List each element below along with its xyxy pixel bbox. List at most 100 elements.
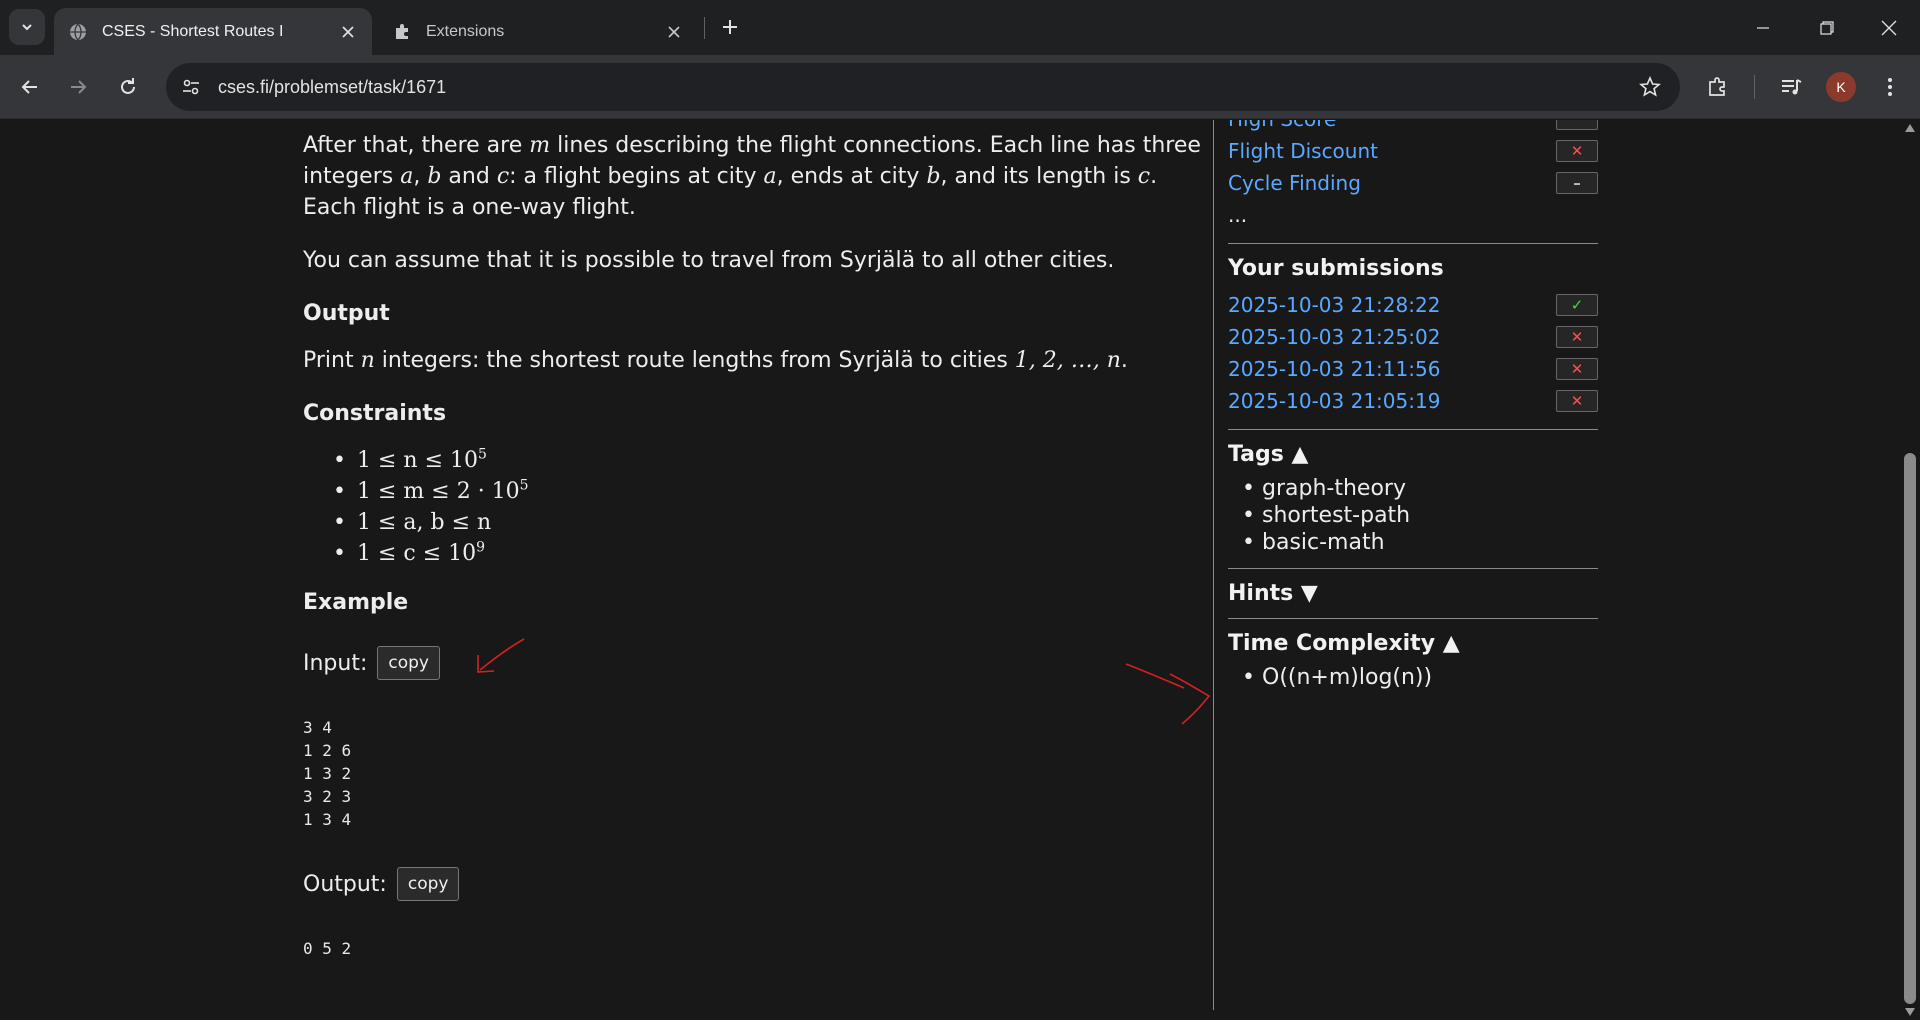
hints-toggle[interactable]: Hints ▼: [1228, 581, 1598, 606]
toolbar-divider: [1754, 75, 1755, 99]
forward-button[interactable]: [60, 69, 96, 105]
text-run: ,: [413, 164, 428, 189]
output-description: Print n integers: the shortest route len…: [303, 345, 1201, 376]
close-tab-button[interactable]: [334, 18, 362, 46]
math-var: a: [400, 164, 414, 189]
math-var: n: [360, 348, 375, 373]
time-complexity-toggle[interactable]: Time Complexity ▲: [1228, 631, 1598, 656]
profile-avatar[interactable]: K: [1826, 72, 1856, 102]
submission-link[interactable]: 2025-10-03 21:28:22: [1228, 293, 1440, 317]
related-task-row: Cycle Finding –: [1228, 167, 1598, 199]
math-expression: 1, 2, …, n: [1014, 348, 1121, 373]
output-heading: Output: [303, 301, 390, 326]
status-fail-icon: ✕: [1556, 140, 1598, 162]
submission-row: 2025-10-03 21:05:19 ✕: [1228, 385, 1598, 417]
constraint-text: 1 ≤ c ≤ 10: [357, 541, 477, 566]
constraint-text: 1 ≤ a, b ≤ n: [357, 510, 492, 535]
vertical-scrollbar[interactable]: [1900, 120, 1920, 1020]
page-viewport: After that, there are m lines describing…: [0, 120, 1920, 1020]
text-run: After that, there are: [303, 133, 530, 158]
text-run: integers: the shortest route lengths fro…: [374, 348, 1015, 373]
new-tab-button[interactable]: [713, 10, 747, 44]
status-fail-icon: ✕: [1556, 390, 1598, 412]
math-var: c: [1137, 164, 1151, 189]
restore-button[interactable]: [1796, 0, 1858, 55]
section-divider: [1228, 618, 1598, 619]
tags-list: graph-theory shortest-path basic-math: [1242, 475, 1598, 556]
close-icon: [342, 25, 354, 38]
tab-search-button[interactable]: [9, 9, 45, 45]
site-info-icon[interactable]: [174, 70, 208, 104]
minimize-button[interactable]: [1732, 0, 1794, 55]
assumption-paragraph: You can assume that it is possible to tr…: [303, 248, 1115, 273]
scroll-down-arrow-icon[interactable]: [1904, 1006, 1916, 1018]
window-close-button[interactable]: [1858, 0, 1920, 55]
url-text[interactable]: cses.fi/problemset/task/1671: [218, 77, 1632, 98]
related-task-row: Flight Discount ✕: [1228, 135, 1598, 167]
constraint-item: 1 ≤ c ≤ 109: [333, 538, 1201, 569]
more-tasks-ellipsis: ...: [1228, 203, 1248, 227]
media-control-button[interactable]: [1773, 69, 1809, 105]
output-label: Output:: [303, 871, 387, 897]
close-tab-button[interactable]: [660, 18, 688, 46]
tag-item: basic-math: [1242, 529, 1598, 556]
tab-extensions[interactable]: Extensions: [378, 8, 698, 55]
constraints-list: 1 ≤ n ≤ 105 1 ≤ m ≤ 2 · 105 1 ≤ a, b ≤ n…: [333, 445, 1201, 569]
math-var: b: [427, 164, 442, 189]
back-button[interactable]: [12, 69, 48, 105]
browser-toolbar: cses.fi/problemset/task/1671 K: [0, 55, 1920, 119]
address-bar[interactable]: cses.fi/problemset/task/1671: [166, 63, 1680, 111]
submission-link[interactable]: 2025-10-03 21:25:02: [1228, 325, 1440, 349]
related-task-link[interactable]: Cycle Finding: [1228, 171, 1361, 195]
input-row: Input: copy: [303, 646, 1201, 680]
constraint-exponent: 5: [478, 446, 487, 463]
arrow-right-icon: [71, 80, 87, 94]
problem-statement: After that, there are m lines describing…: [303, 130, 1201, 960]
input-sample: 3 4 1 2 6 1 3 2 3 2 3 1 3 4: [303, 718, 352, 829]
status-ok-icon: ✓: [1556, 294, 1598, 316]
extensions-button[interactable]: [1700, 69, 1736, 105]
submissions-heading: Your submissions: [1228, 256, 1444, 281]
submission-link[interactable]: 2025-10-03 21:11:56: [1228, 357, 1440, 381]
section-divider: [1228, 568, 1598, 569]
menu-button[interactable]: [1872, 69, 1908, 105]
text-run: , ends at city: [776, 164, 927, 189]
related-task-link[interactable]: Flight Discount: [1228, 139, 1378, 163]
reload-button[interactable]: [110, 69, 146, 105]
close-icon: [1881, 20, 1897, 35]
puzzle-icon: [392, 22, 412, 42]
globe-icon: [68, 22, 88, 42]
arrow-left-icon: [21, 80, 37, 94]
math-var: c: [496, 164, 510, 189]
playlist-icon: [1782, 79, 1802, 95]
submission-row: 2025-10-03 21:28:22 ✓: [1228, 289, 1598, 321]
status-none-icon: –: [1556, 172, 1598, 194]
scrollbar-thumb[interactable]: [1904, 453, 1916, 1004]
status-badge: [1556, 120, 1598, 130]
tag-item: graph-theory: [1242, 475, 1598, 502]
tab-title: CSES - Shortest Routes I: [102, 22, 284, 40]
submission-link[interactable]: 2025-10-03 21:05:19: [1228, 389, 1440, 413]
restore-icon: [1820, 20, 1834, 35]
text-run: , and its length is: [940, 164, 1138, 189]
text-run: .: [1120, 348, 1128, 373]
tab-cses[interactable]: CSES - Shortest Routes I: [54, 8, 372, 55]
bookmark-star-button[interactable]: [1632, 69, 1668, 105]
text-run: Print: [303, 348, 361, 373]
complexity-list: O((n+m)log(n)): [1242, 664, 1598, 691]
scroll-up-arrow-icon[interactable]: [1904, 122, 1916, 134]
constraint-item: 1 ≤ n ≤ 105: [333, 445, 1201, 476]
copy-input-button[interactable]: copy: [377, 646, 440, 680]
related-task-link[interactable]: High Score: [1228, 120, 1336, 131]
chevron-down-icon: [22, 24, 32, 31]
status-fail-icon: ✕: [1556, 358, 1598, 380]
status-fail-icon: ✕: [1556, 326, 1598, 348]
plus-icon: [723, 20, 737, 34]
minimize-icon: [1757, 26, 1769, 29]
tab-title: Extensions: [426, 22, 505, 40]
tags-toggle[interactable]: Tags ▲: [1228, 442, 1598, 467]
output-sample: 0 5 2: [303, 939, 352, 958]
constraint-exponent: 9: [476, 539, 486, 556]
copy-output-button[interactable]: copy: [396, 867, 460, 901]
tag-item: shortest-path: [1242, 502, 1598, 529]
